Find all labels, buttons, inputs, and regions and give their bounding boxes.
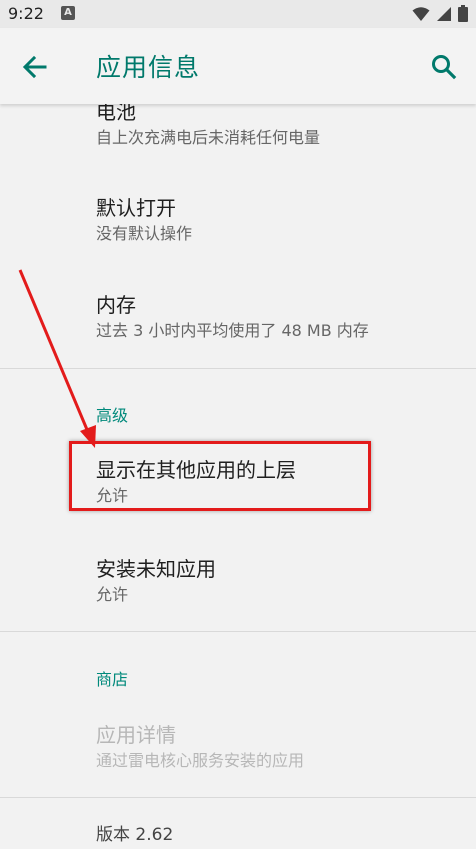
install-unknown-apps-title: 安装未知应用 <box>96 557 216 581</box>
advanced-section-header: 高级 <box>96 406 129 425</box>
overlay-permission-item[interactable]: 显示在其他应用的上层 允许 <box>96 456 456 507</box>
signal-icon <box>437 6 451 21</box>
search-icon <box>432 55 457 80</box>
version-label: 版本 2.62 <box>96 825 174 845</box>
app-details-item: 应用详情 通过雷电核心服务安装的应用 <box>96 721 456 772</box>
store-section-header: 商店 <box>96 670 129 689</box>
overlay-permission-title: 显示在其他应用的上层 <box>96 458 296 482</box>
app-details-subtitle: 通过雷电核心服务安装的应用 <box>96 751 305 770</box>
default-open-item-title: 默认打开 <box>96 196 176 220</box>
divider <box>0 368 476 369</box>
overlay-permission-subtitle: 允许 <box>96 486 129 505</box>
default-open-item[interactable]: 默认打开 没有默认操作 <box>96 194 456 245</box>
install-unknown-apps-item[interactable]: 安装未知应用 允许 <box>96 555 456 606</box>
search-button[interactable] <box>426 49 462 85</box>
notification-icon: A <box>61 6 75 20</box>
back-arrow-icon <box>22 55 47 79</box>
status-time: 9:22 <box>8 4 44 23</box>
divider <box>0 631 476 632</box>
wifi-icon <box>412 6 430 21</box>
memory-item-title: 内存 <box>96 293 136 317</box>
settings-list: 电池 自上次充满电后未消耗任何电量 默认打开 没有默认操作 内存 过去 3 小时… <box>0 104 476 849</box>
battery-item[interactable]: 电池 自上次充满电后未消耗任何电量 <box>96 104 456 149</box>
memory-item[interactable]: 内存 过去 3 小时内平均使用了 48 MB 内存 <box>96 291 456 342</box>
default-open-item-subtitle: 没有默认操作 <box>96 224 193 243</box>
battery-icon <box>458 5 468 22</box>
back-button[interactable] <box>17 49 53 85</box>
status-bar: 9:22 A <box>0 0 476 28</box>
install-unknown-apps-subtitle: 允许 <box>96 585 129 604</box>
battery-item-subtitle: 自上次充满电后未消耗任何电量 <box>96 128 321 147</box>
page-title: 应用信息 <box>96 53 201 82</box>
battery-item-title: 电池 <box>96 104 136 124</box>
status-icons <box>412 5 468 22</box>
app-bar: 应用信息 <box>0 28 476 104</box>
app-details-title: 应用详情 <box>96 723 176 747</box>
memory-item-subtitle: 过去 3 小时内平均使用了 48 MB 内存 <box>96 321 369 340</box>
divider <box>0 797 476 798</box>
